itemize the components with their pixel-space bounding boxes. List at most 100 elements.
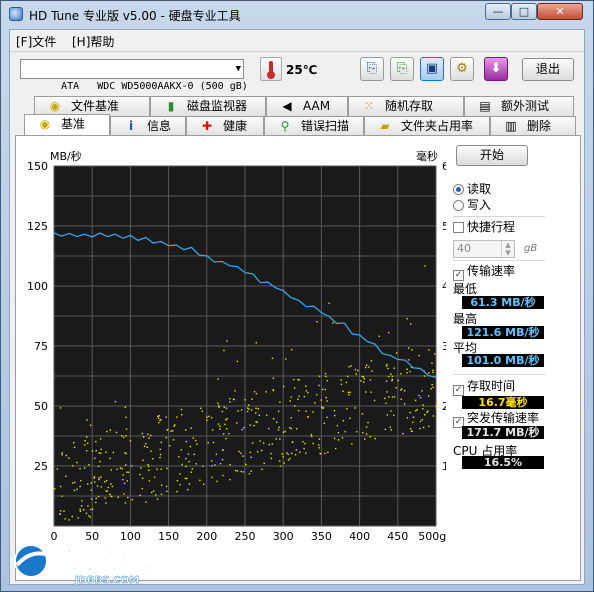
access-time-point	[342, 390, 344, 392]
close-button[interactable]: ✕	[537, 3, 583, 20]
menu-file[interactable]: [F]文件	[16, 33, 56, 50]
access-time-point	[412, 416, 415, 418]
tab-error-scan[interactable]: ⚲ 错误扫描	[264, 116, 364, 136]
copy-image-button[interactable]: ⎘	[390, 57, 414, 81]
access-time-point	[318, 444, 320, 446]
access-time-point	[234, 390, 236, 392]
access-time-point	[354, 368, 357, 371]
access-time-point	[431, 383, 433, 386]
options-button[interactable]: ⚙	[450, 57, 474, 81]
access-time-point	[406, 368, 408, 370]
tab-benchmark[interactable]: ◉ 基准	[24, 114, 110, 136]
access-time-point	[61, 453, 63, 456]
access-time-point	[370, 360, 373, 362]
access-time-point	[98, 478, 100, 481]
save-button[interactable]: ▣	[420, 57, 444, 81]
access-time-point	[256, 421, 258, 423]
access-time-point	[346, 375, 349, 378]
tab-file-benchmark[interactable]: ◉ 文件基准	[34, 96, 150, 116]
access-time-point	[255, 407, 257, 409]
access-time-point	[142, 436, 145, 438]
transfer-rate-option[interactable]: ✓ 传输速率	[453, 264, 515, 281]
menu-bar: [F]文件 [H]帮助	[10, 30, 584, 50]
drive-select[interactable]: ATA WDC WD5000AAKX-0 (500 gB) ▼	[20, 59, 248, 92]
access-time-option[interactable]: ✓ 存取时间	[453, 379, 515, 396]
access-time-point	[390, 429, 392, 431]
tab-disk-monitor[interactable]: ▮ 磁盘监视器	[150, 96, 266, 116]
avg-value: 101.0 MB/秒	[462, 354, 544, 367]
short-stroke-option[interactable]: 快捷行程	[453, 220, 515, 235]
access-time-point	[283, 385, 285, 388]
divider	[453, 260, 545, 261]
access-time-point	[129, 440, 132, 442]
access-time-point	[76, 461, 78, 464]
access-time-point	[211, 429, 214, 431]
copy-image-icon: ⎘	[396, 61, 408, 76]
access-time-point	[150, 434, 152, 437]
tab-erase[interactable]: ▥ 删除	[490, 116, 576, 136]
access-time-point	[190, 471, 192, 473]
access-time-point	[100, 486, 103, 488]
write-option[interactable]: 写入	[453, 198, 491, 213]
short-stroke-size-input[interactable]: 40 ▲ ▼	[453, 240, 515, 258]
access-time-point	[86, 442, 89, 444]
access-time-point	[94, 457, 96, 459]
minimize-button[interactable]: —	[485, 3, 511, 20]
access-time-point	[421, 419, 424, 421]
menu-help[interactable]: [H]帮助	[72, 33, 114, 50]
access-time-point	[236, 422, 238, 424]
access-time-point	[249, 424, 251, 426]
access-time-point	[72, 482, 74, 484]
access-time-point	[97, 495, 100, 498]
access-time-point	[173, 425, 175, 427]
access-time-point	[186, 488, 189, 491]
access-time-point	[241, 428, 243, 431]
hdtune-app-icon	[9, 7, 23, 21]
tab-aam[interactable]: ◀ AAM	[266, 96, 348, 116]
access-time-point	[305, 385, 307, 387]
access-time-point	[278, 410, 280, 413]
tab-info[interactable]: i 信息	[110, 116, 186, 136]
access-time-point	[166, 490, 168, 493]
exit-button[interactable]: 退出	[522, 58, 574, 81]
access-time-point	[336, 424, 339, 427]
access-time-point	[305, 452, 307, 454]
access-time-point	[98, 477, 100, 479]
access-time-point	[251, 398, 253, 400]
tab-health[interactable]: ✚ 健康	[186, 116, 264, 136]
access-time-point	[386, 414, 389, 416]
access-time-point	[303, 447, 305, 450]
burst-rate-option[interactable]: ✓ 突发传输速率	[453, 411, 539, 428]
access-time-point	[298, 379, 300, 381]
access-time-value: 16.7毫秒	[462, 396, 544, 409]
copy-text-button[interactable]: ⎘	[360, 57, 384, 81]
title-bar: HD Tune 专业版 v5.00 - 硬盘专业工具 — □ ✕	[1, 1, 593, 29]
access-time-point	[257, 408, 259, 410]
access-time-point	[403, 403, 406, 405]
access-time-point	[368, 366, 370, 368]
tab-random-access[interactable]: ⁙ 随机存取	[348, 96, 464, 116]
access-time-point	[71, 515, 73, 518]
access-time-point	[224, 423, 226, 426]
read-option[interactable]: 读取	[453, 182, 491, 197]
access-time-point	[250, 470, 252, 472]
access-time-point	[419, 396, 422, 399]
access-time-point	[272, 389, 275, 392]
access-time-point	[110, 483, 112, 485]
access-time-point	[363, 378, 365, 380]
tab-extra-tests[interactable]: ▤ 额外测试	[464, 96, 574, 116]
access-time-point	[219, 425, 221, 427]
access-time-point	[363, 381, 365, 383]
access-time-point	[147, 463, 149, 466]
tab-folder-usage[interactable]: ▰ 文件夹占用率	[364, 116, 490, 136]
update-button[interactable]: ⬇	[484, 57, 508, 81]
access-time-point	[287, 453, 289, 456]
burst-rate-value: 171.7 MB/秒	[462, 426, 544, 439]
maximize-button[interactable]: □	[511, 3, 537, 20]
benchmark-bulb-icon: ◉	[39, 117, 51, 131]
spinner-arrows-icon[interactable]: ▲ ▼	[501, 241, 514, 257]
start-button[interactable]: 开始	[456, 145, 528, 166]
access-time-point	[245, 463, 247, 466]
access-time-point	[361, 413, 364, 415]
access-time-point	[89, 424, 92, 426]
